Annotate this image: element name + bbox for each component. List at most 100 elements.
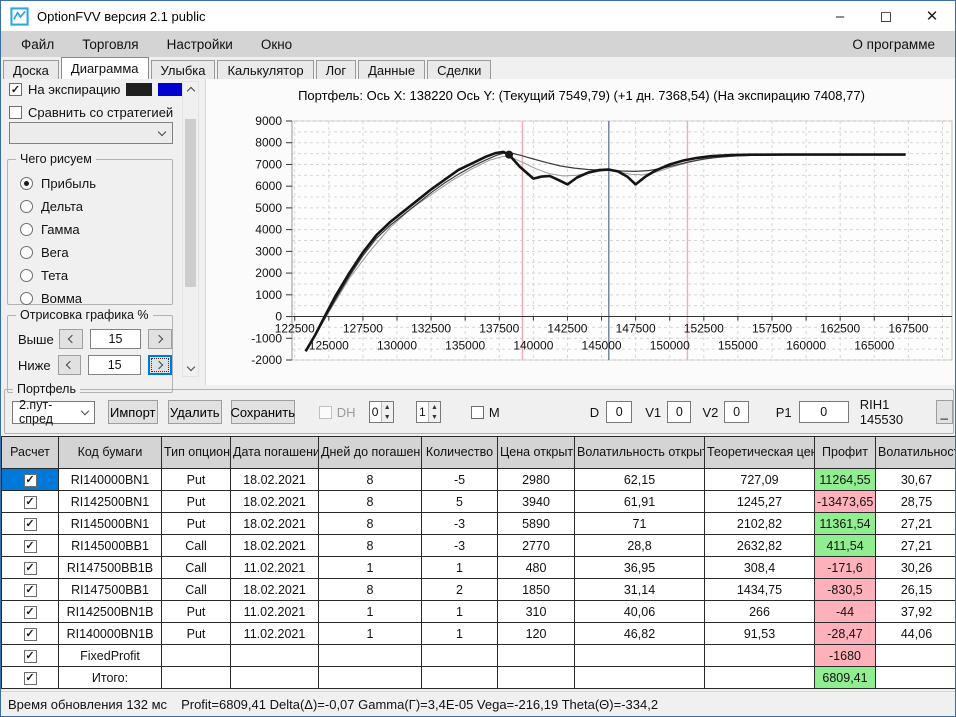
- radio-theta[interactable]: [20, 269, 33, 282]
- below-increase-button[interactable]: [147, 355, 172, 375]
- radio-delta[interactable]: [20, 200, 33, 213]
- spin-up-icon[interactable]: ▲: [429, 402, 440, 412]
- table-row[interactable]: RI142500BN1B Put 11.02.2021 1 1 310 40,0…: [1, 600, 955, 623]
- col-header-theor-price[interactable]: Теоретическая цена: [704, 436, 815, 469]
- tab-deals[interactable]: Сделки: [427, 60, 492, 79]
- collapse-button[interactable]: _: [935, 400, 954, 424]
- col-header-open-price[interactable]: Цена открытия: [497, 436, 575, 469]
- spinner-2[interactable]: 1 ▲ ▼: [415, 401, 441, 423]
- col-header-days[interactable]: Дней до погашения: [318, 436, 422, 469]
- radio-row-profit[interactable]: Прибыль: [8, 172, 172, 195]
- import-button[interactable]: Импорт: [107, 400, 158, 424]
- table-row[interactable]: RI142500BN1 Put 18.02.2021 8 5 3940 61,9…: [1, 490, 955, 513]
- calc-cell[interactable]: [1, 556, 59, 579]
- maximize-button[interactable]: ◻: [863, 1, 909, 31]
- portfolio-select[interactable]: 2.пут-спред: [12, 398, 95, 426]
- spin-up-icon[interactable]: ▲: [382, 402, 393, 412]
- row-checkbox[interactable]: [23, 627, 37, 641]
- col-header-volatility[interactable]: Волатильность: [875, 436, 955, 469]
- row-checkbox[interactable]: [23, 671, 37, 685]
- tab-data[interactable]: Данные: [358, 60, 426, 79]
- calc-cell[interactable]: [1, 490, 59, 513]
- radio-row-gamma[interactable]: Гамма: [8, 218, 172, 241]
- row-checkbox[interactable]: [23, 649, 37, 663]
- calc-cell[interactable]: [1, 644, 59, 667]
- table-row[interactable]: RI147500BB1 Call 18.02.2021 8 2 1850 31,…: [1, 578, 955, 601]
- row-checkbox[interactable]: [23, 605, 37, 619]
- menu-about[interactable]: О программе: [838, 31, 949, 57]
- calc-cell[interactable]: [1, 578, 59, 601]
- portfolio-chart[interactable]: 9000800070006000500040003000200010000-10…: [206, 107, 956, 385]
- row-checkbox[interactable]: [23, 539, 37, 553]
- m-checkbox[interactable]: [470, 405, 484, 419]
- menu-trading[interactable]: Торговля: [68, 31, 152, 57]
- v1-field[interactable]: 0: [667, 401, 692, 423]
- radio-vega[interactable]: [20, 246, 33, 259]
- radio-row-vega[interactable]: Вега: [8, 241, 172, 264]
- tab-log[interactable]: Лог: [315, 60, 357, 79]
- calc-cell[interactable]: [1, 512, 59, 535]
- row-checkbox[interactable]: [23, 473, 37, 487]
- spin-down-icon[interactable]: ▼: [382, 412, 393, 422]
- row-checkbox[interactable]: [23, 583, 37, 597]
- calc-cell[interactable]: [1, 622, 59, 645]
- above-increase-button[interactable]: [148, 329, 172, 349]
- col-header-type[interactable]: Тип опциона: [161, 436, 231, 469]
- compare-strategy-select[interactable]: [9, 122, 173, 144]
- table-row[interactable]: RI140000BN1 Put 18.02.2021 8 -5 2980 62,…: [1, 468, 955, 491]
- spin-down-icon[interactable]: ▼: [429, 412, 440, 422]
- below-decrease-button[interactable]: [57, 355, 82, 375]
- scroll-up-button[interactable]: [183, 82, 198, 97]
- col-header-open-vol[interactable]: Волатильность открытия: [574, 436, 705, 469]
- radio-gamma[interactable]: [20, 223, 33, 236]
- col-header-profit[interactable]: Профит: [814, 436, 876, 469]
- p1-field[interactable]: 0: [798, 401, 849, 423]
- save-button[interactable]: Сохранить: [230, 400, 295, 424]
- expiration-line-color-swatch[interactable]: [126, 83, 153, 96]
- scroll-down-button[interactable]: [183, 361, 198, 376]
- radio-vomma[interactable]: [20, 292, 33, 305]
- radio-row-delta[interactable]: Дельта: [8, 195, 172, 218]
- scrollbar-thumb[interactable]: [185, 119, 196, 287]
- row-checkbox[interactable]: [23, 495, 37, 509]
- radio-profit[interactable]: [20, 177, 33, 190]
- dh-checkbox[interactable]: [318, 405, 332, 419]
- calc-cell[interactable]: [1, 600, 59, 623]
- d-field[interactable]: 0: [606, 401, 633, 423]
- menu-file[interactable]: Файл: [7, 31, 68, 57]
- delete-button[interactable]: Удалить: [167, 400, 222, 424]
- radio-row-theta[interactable]: Тета: [8, 264, 172, 287]
- col-header-calc[interactable]: Расчет: [1, 436, 59, 469]
- minimize-button[interactable]: –: [817, 1, 863, 31]
- spinner-1[interactable]: 0 ▲ ▼: [368, 401, 394, 423]
- compare-strategy-checkbox[interactable]: [9, 106, 22, 119]
- calc-cell[interactable]: [1, 534, 59, 557]
- tab-diagram[interactable]: Диаграмма: [60, 57, 149, 79]
- current-line-color-swatch[interactable]: [158, 83, 185, 96]
- close-button[interactable]: ✕: [909, 1, 955, 31]
- calc-cell[interactable]: [1, 468, 59, 491]
- row-checkbox[interactable]: [23, 517, 37, 531]
- col-header-expiry-date[interactable]: Дата погашения: [230, 436, 319, 469]
- radio-row-vomma[interactable]: Вомма: [8, 287, 172, 310]
- col-header-code[interactable]: Код бумаги: [58, 436, 162, 469]
- v2-field[interactable]: 0: [724, 401, 749, 423]
- tab-smile[interactable]: Улыбка: [150, 60, 216, 79]
- tab-calculator[interactable]: Калькулятор: [217, 60, 314, 79]
- calc-cell[interactable]: [1, 666, 59, 689]
- table-row[interactable]: RI140000BN1B Put 11.02.2021 1 1 120 46,8…: [1, 622, 955, 645]
- expiration-checkbox[interactable]: [9, 83, 22, 96]
- table-row[interactable]: RI145000BN1 Put 18.02.2021 8 -3 5890 71 …: [1, 512, 955, 535]
- menu-window[interactable]: Окно: [247, 31, 306, 57]
- spinner-arrows[interactable]: ▲ ▼: [380, 402, 393, 422]
- sidebar-scrollbar[interactable]: [182, 81, 199, 377]
- table-row[interactable]: RI147500BB1B Call 11.02.2021 1 1 480 36,…: [1, 556, 955, 579]
- scrollbar-track[interactable]: [183, 97, 198, 361]
- below-value-input[interactable]: 15: [88, 355, 141, 375]
- menu-settings[interactable]: Настройки: [153, 31, 247, 57]
- spinner-arrows[interactable]: ▲ ▼: [427, 402, 440, 422]
- above-decrease-button[interactable]: [59, 329, 83, 349]
- col-header-quantity[interactable]: Количество: [421, 436, 498, 469]
- tab-board[interactable]: Доска: [3, 60, 59, 79]
- table-row[interactable]: FixedProfit -1680: [1, 644, 955, 667]
